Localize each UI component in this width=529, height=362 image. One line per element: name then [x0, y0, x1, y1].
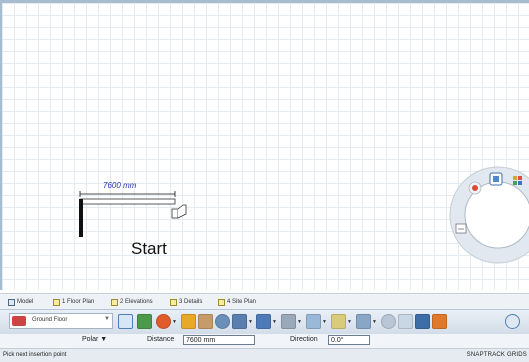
view-cube-icon[interactable]: [489, 172, 503, 186]
cabinet-tool-icon[interactable]: [215, 314, 230, 329]
render-icon[interactable]: [156, 314, 171, 329]
tab-label: 1 Floor Plan: [62, 299, 95, 305]
sheet-icon: [170, 298, 177, 306]
layer-tool-icon[interactable]: [415, 314, 430, 329]
dimension-label: 7600 mm: [103, 181, 137, 190]
tab-label: 4 Site Plan: [227, 299, 257, 305]
input-bar: Polar ▼ Distance 7600 mm Direction 0.0°: [0, 334, 529, 348]
fence-tool-icon[interactable]: [331, 314, 346, 329]
distance-field[interactable]: 7600 mm: [183, 335, 255, 345]
model-view-icon: [8, 298, 15, 306]
tab-details[interactable]: 3 Details: [170, 297, 202, 307]
dropdown-arrow-icon[interactable]: ▼: [248, 319, 253, 325]
main-toolbar: Ground Floor ▼ ▼ ▼ ▼ ▼ ▼ ▼ ▼: [0, 309, 529, 335]
tab-label: Model: [17, 299, 34, 305]
direction-field[interactable]: 0.0°: [328, 335, 370, 345]
roof-tool-icon[interactable]: [232, 314, 247, 329]
save-icon[interactable]: [137, 314, 152, 329]
camera-tool-icon[interactable]: [381, 314, 396, 329]
start-label: Start: [131, 239, 167, 258]
dimension-tool-icon[interactable]: [281, 314, 296, 329]
chevron-down-icon: ▼: [104, 316, 110, 322]
zoom-extents-icon[interactable]: [455, 223, 467, 234]
direction-label: Direction: [290, 336, 318, 343]
stair-tool-icon[interactable]: [198, 314, 213, 329]
drawing-overlay: [79, 166, 529, 264]
window-tool-icon[interactable]: [356, 314, 371, 329]
dropdown-arrow-icon[interactable]: ▼: [372, 319, 377, 325]
search-icon[interactable]: [505, 314, 520, 329]
wall-cursor-icon: [171, 204, 187, 219]
material-tool-icon[interactable]: [398, 314, 413, 329]
tab-site-plan[interactable]: 4 Site Plan: [218, 297, 256, 307]
sheet-icon: [218, 298, 225, 306]
tab-label: 3 Details: [179, 299, 203, 305]
floor-selector[interactable]: Ground Floor ▼: [9, 313, 113, 329]
wall-preview: [79, 198, 176, 205]
floor-icon: [12, 316, 26, 326]
wall-tool-icon[interactable]: [181, 314, 196, 329]
tab-label: 2 Elevations: [120, 299, 153, 305]
sheet-icon: [111, 298, 118, 306]
dropdown-arrow-icon[interactable]: ▼: [347, 319, 352, 325]
floor-selector-value: Ground Floor: [32, 317, 68, 323]
dropdown-arrow-icon[interactable]: ▼: [172, 319, 177, 325]
distance-label: Distance: [147, 336, 175, 343]
command-prompt: Pick next insertion point: [3, 352, 67, 358]
dropdown-arrow-icon[interactable]: ▼: [297, 319, 302, 325]
tab-model[interactable]: Model: [8, 297, 33, 307]
snap-settings[interactable]: SNAPTRACK GRIDS: [467, 352, 527, 358]
status-bar: Pick next insertion point SNAPTRACK GRID…: [0, 348, 529, 362]
text-tool-icon[interactable]: [306, 314, 321, 329]
tab-floor-plan[interactable]: 1 Floor Plan: [53, 297, 94, 307]
navigation-wheel[interactable]: [449, 166, 529, 264]
sheet-icon: [53, 298, 60, 306]
symbol-library-icon[interactable]: [432, 314, 447, 329]
orbit-icon[interactable]: [468, 181, 482, 195]
tab-elevations[interactable]: 2 Elevations: [111, 297, 153, 307]
terrain-tool-icon[interactable]: [256, 314, 271, 329]
floor-plan-view-icon[interactable]: [118, 314, 133, 329]
polar-mode-dropdown[interactable]: Polar ▼: [82, 336, 107, 343]
view-tabs: Model 1 Floor Plan 2 Elevations 3 Detail…: [0, 293, 529, 309]
start-wall-segment: [79, 199, 83, 237]
dropdown-arrow-icon[interactable]: ▼: [272, 319, 277, 325]
dropdown-arrow-icon[interactable]: ▼: [322, 319, 327, 325]
